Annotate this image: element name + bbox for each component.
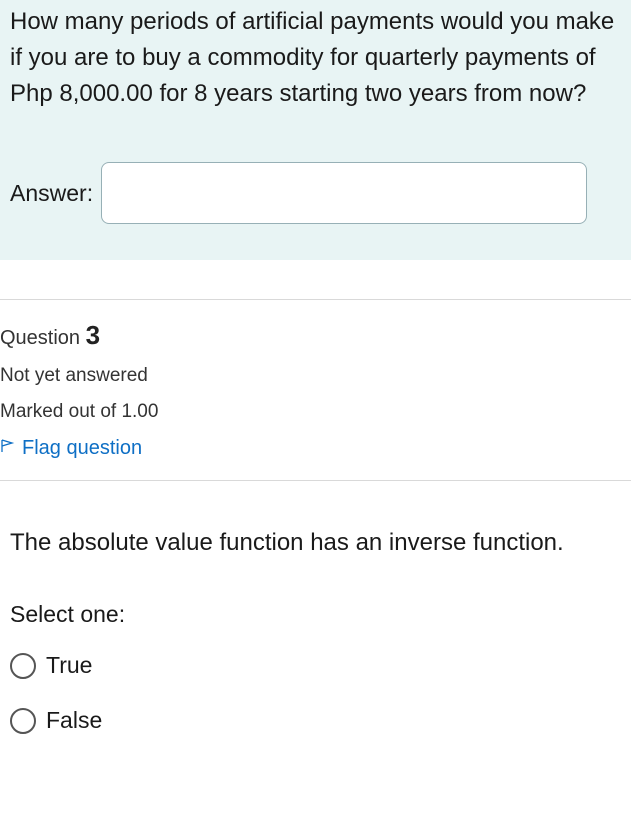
- radio-false[interactable]: [10, 708, 36, 734]
- section-spacer: [0, 481, 631, 529]
- answer-row: Answer:: [10, 162, 621, 224]
- flag-question-label: Flag question: [22, 437, 142, 460]
- question-3-text: The absolute value function has an inver…: [10, 529, 621, 557]
- question-1-body: How many periods of artificial payments …: [0, 0, 631, 260]
- option-false-row[interactable]: False: [10, 707, 621, 734]
- radio-true[interactable]: [10, 653, 36, 679]
- question-3-header: Question 3 Not yet answered Marked out o…: [0, 300, 631, 481]
- question-3-body: The absolute value function has an inver…: [0, 529, 631, 774]
- question-prefix: Question: [0, 327, 86, 349]
- option-false-label: False: [46, 707, 102, 734]
- option-true-row[interactable]: True: [10, 652, 621, 679]
- flag-icon: [0, 438, 16, 459]
- select-one-label: Select one:: [10, 601, 621, 628]
- flag-question-link[interactable]: Flag question: [0, 437, 631, 460]
- question-3-status: Not yet answered: [0, 365, 631, 387]
- answer-input[interactable]: [101, 162, 587, 224]
- question-3-title: Question 3: [0, 320, 631, 351]
- question-3-marks: Marked out of 1.00: [0, 401, 631, 423]
- option-true-label: True: [46, 652, 92, 679]
- question-number: 3: [86, 320, 100, 350]
- question-1-text: How many periods of artificial payments …: [10, 4, 621, 112]
- section-divider: [0, 260, 631, 300]
- answer-label: Answer:: [10, 180, 93, 207]
